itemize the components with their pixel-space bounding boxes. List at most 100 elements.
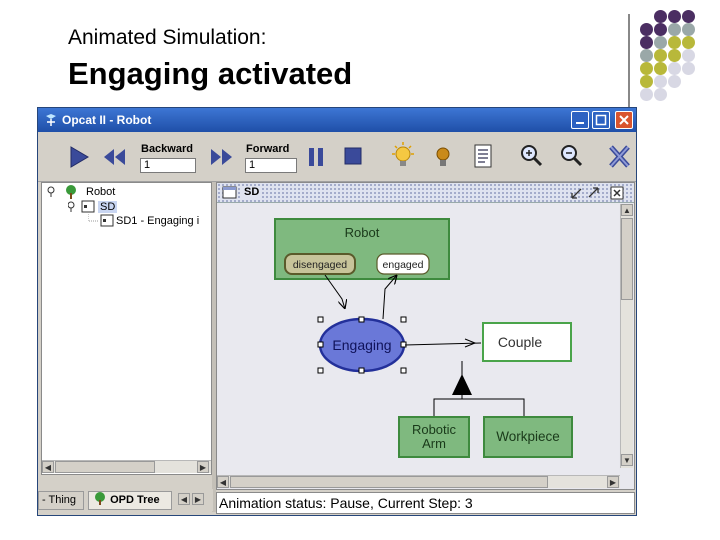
- decorative-dot: [668, 36, 681, 49]
- backward-steps-input[interactable]: 1: [140, 158, 196, 173]
- forward-steps-input[interactable]: 1: [245, 158, 297, 173]
- tab-scroll-right[interactable]: ▶: [192, 493, 204, 505]
- tree-horizontal-scrollbar[interactable]: ◀ ▶: [42, 460, 211, 473]
- scroll-right-arrow[interactable]: ▶: [607, 476, 619, 488]
- decorative-dot: [654, 62, 667, 75]
- decorative-dot: [640, 23, 653, 36]
- zoom-in-button[interactable]: [514, 138, 548, 176]
- scroll-thumb[interactable]: [55, 461, 155, 473]
- tree-node-robot[interactable]: Robot: [46, 185, 115, 199]
- state-engaged-label: engaged: [383, 259, 424, 271]
- diagram-canvas[interactable]: Robot disengaged engaged Engaging Couple…: [219, 205, 619, 485]
- decorative-dot: [654, 75, 667, 88]
- couple-object-label: Couple: [498, 334, 543, 350]
- play-icon: [70, 146, 89, 168]
- decorative-dot: [668, 10, 681, 23]
- tree-icon: [95, 492, 105, 505]
- maximize-button[interactable]: [592, 111, 610, 129]
- pause-button[interactable]: [300, 138, 334, 176]
- slide-title: Engaging activated: [68, 56, 353, 91]
- decorative-dot: [668, 23, 681, 36]
- lightbulb-off-icon: [436, 147, 450, 166]
- close-simulation-button[interactable]: [604, 138, 636, 176]
- decorative-dot: [654, 10, 667, 23]
- close-frame-icon[interactable]: [610, 186, 624, 200]
- rewind-button[interactable]: [98, 138, 132, 176]
- slide-subtitle: Animated Simulation:: [68, 26, 267, 49]
- report-icon: [474, 144, 492, 168]
- scroll-up-arrow[interactable]: ▲: [621, 204, 633, 216]
- robot-object-label: Robot: [345, 225, 380, 240]
- lightbulb-on-icon: [392, 142, 414, 166]
- decorative-dot: [682, 62, 695, 75]
- tab-scroll-left[interactable]: ◀: [178, 493, 190, 505]
- animation-status-bar: Animation status: Pause, Current Step: 3: [216, 492, 635, 514]
- pause-icon: [309, 148, 323, 166]
- report-button[interactable]: [466, 138, 500, 176]
- fast-forward-button[interactable]: [204, 138, 238, 176]
- sd-frame-header[interactable]: SD: [217, 183, 634, 203]
- opcat-window: Opcat II - Robot Backward 1 Forward 1 Ro…: [37, 107, 637, 516]
- diagram-node-icon: [67, 200, 95, 213]
- window-title: Opcat II - Robot: [62, 113, 152, 127]
- slide-divider: [628, 14, 630, 108]
- zoom-in-icon: [521, 145, 543, 167]
- tab-thing[interactable]: - Thing: [38, 491, 84, 510]
- left-tab-bar: - Thing OPD Tree ◀ ▶: [38, 489, 213, 511]
- restore-frame-icon[interactable]: [586, 186, 600, 200]
- decorative-dot: [654, 23, 667, 36]
- decorative-dot: [654, 88, 667, 101]
- vertical-scroll-thumb[interactable]: [621, 218, 633, 300]
- aggregation-triangle: [452, 374, 472, 395]
- decorative-dot: [654, 36, 667, 49]
- tree-node-sd[interactable]: SD: [67, 200, 118, 214]
- tree-label-sd1: SD1 - Engaging i: [116, 215, 200, 227]
- result-link[interactable]: [382, 275, 397, 320]
- decorative-dot: [668, 75, 681, 88]
- window-titlebar[interactable]: Opcat II - Robot: [38, 108, 636, 132]
- consumption-link[interactable]: [324, 274, 345, 309]
- decorative-dot: [640, 62, 653, 75]
- zoom-out-icon: [561, 145, 583, 167]
- stop-icon: [344, 147, 362, 165]
- play-button[interactable]: [62, 138, 96, 176]
- decorative-dot: [640, 36, 653, 49]
- diagram-horizontal-scrollbar[interactable]: ◀ ▶: [217, 475, 620, 488]
- sd-frame-title: SD: [241, 186, 263, 198]
- zoom-out-button[interactable]: [554, 138, 588, 176]
- fast-forward-icon: [211, 149, 232, 165]
- tree-label-sd: SD: [98, 201, 118, 213]
- opd-diagram: Robot disengaged engaged Engaging Couple…: [274, 218, 573, 458]
- scroll-left-arrow[interactable]: ◀: [217, 476, 229, 488]
- diagram-vertical-scrollbar[interactable]: ▲ ▼: [620, 204, 633, 468]
- tab-opd-tree[interactable]: OPD Tree: [88, 491, 172, 510]
- frame-icon: [222, 186, 237, 199]
- close-button[interactable]: [615, 111, 633, 129]
- tab-opd-tree-label: OPD Tree: [110, 494, 160, 506]
- sd-diagram-frame: SD Robot disengaged engaged Engaging Cou…: [216, 182, 635, 490]
- decorative-dot: [640, 88, 653, 101]
- decorative-dot: [682, 23, 695, 36]
- horizontal-scroll-thumb[interactable]: [230, 476, 548, 488]
- decorative-dot: [640, 49, 653, 62]
- minimize-button[interactable]: [571, 111, 589, 129]
- decorative-dot: [654, 49, 667, 62]
- decorative-dot: [668, 62, 681, 75]
- opd-tree-panel: Robot SD SD1 - Engaging i ◀ ▶: [41, 182, 212, 475]
- lightbulb-on-button[interactable]: [386, 138, 420, 176]
- decorative-dot: [682, 36, 695, 49]
- stop-button[interactable]: [336, 138, 370, 176]
- scroll-down-arrow[interactable]: ▼: [621, 454, 633, 466]
- engaging-process-label: Engaging: [332, 337, 391, 353]
- tree-node-sd1[interactable]: SD1 - Engaging i: [87, 214, 200, 228]
- decorative-dot: [682, 10, 695, 23]
- scroll-left-arrow[interactable]: ◀: [42, 461, 54, 473]
- decorative-dot: [640, 75, 653, 88]
- decorative-dot: [682, 49, 695, 62]
- app-icon: [44, 113, 58, 132]
- minimize-frame-icon[interactable]: [570, 186, 584, 200]
- workpiece-label: Workpiece: [496, 429, 560, 444]
- tree-label-robot: Robot: [86, 186, 116, 198]
- scroll-right-arrow[interactable]: ▶: [197, 461, 209, 473]
- lightbulb-off-button[interactable]: [426, 138, 460, 176]
